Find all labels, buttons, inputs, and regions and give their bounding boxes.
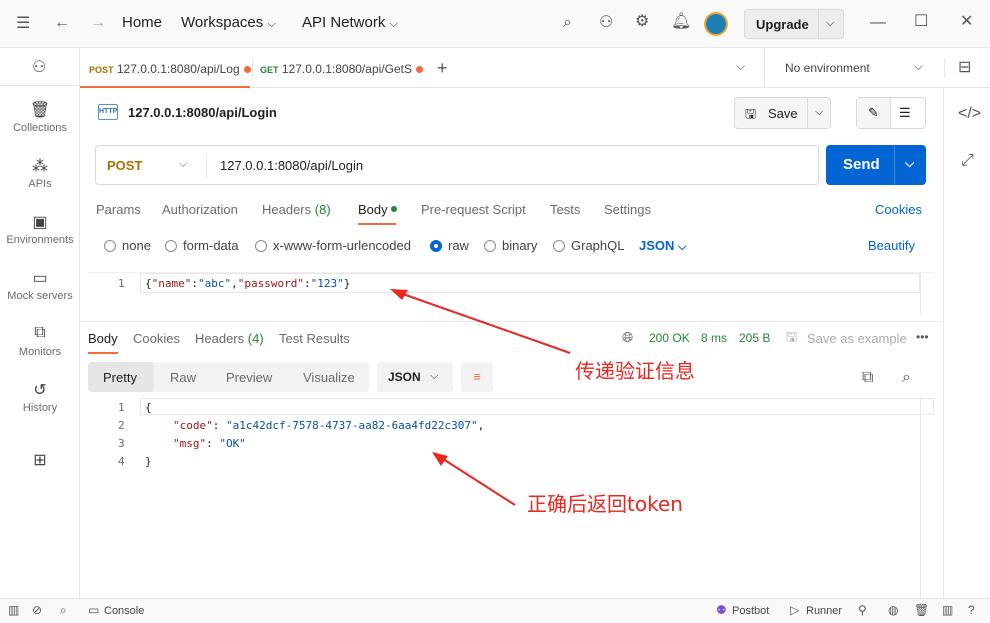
- cookies-icon[interactable]: ◍: [888, 604, 898, 616]
- online-status-icon[interactable]: ⊘: [32, 604, 42, 616]
- console-icon: ▭: [88, 603, 100, 617]
- sidebar-toggle-icon[interactable]: ▥: [8, 604, 19, 616]
- layout-icon[interactable]: ▥: [942, 604, 953, 616]
- find-icon[interactable]: ⌕: [60, 604, 67, 616]
- postbot-icon: ⚉: [716, 603, 727, 617]
- runner-icon: ▷: [790, 603, 800, 617]
- capture-icon[interactable]: ⚲: [858, 604, 867, 616]
- status-bar: ▥ ⊘ ⌕ ▭ Console ⚉ Postbot ▷ Runner ⚲ ◍ 🗑…: [0, 598, 990, 623]
- annotation-return-token: 正确后返回token: [527, 492, 683, 516]
- annotation-pass-credentials: 传递验证信息: [575, 359, 695, 383]
- runner-button[interactable]: Runner: [806, 605, 842, 617]
- postbot-button[interactable]: Postbot: [732, 605, 769, 617]
- trash-icon[interactable]: 🗑︎: [914, 604, 929, 616]
- help-icon[interactable]: ?: [968, 604, 975, 616]
- console-button[interactable]: Console: [104, 605, 144, 617]
- annotation-arrows: [390, 289, 571, 506]
